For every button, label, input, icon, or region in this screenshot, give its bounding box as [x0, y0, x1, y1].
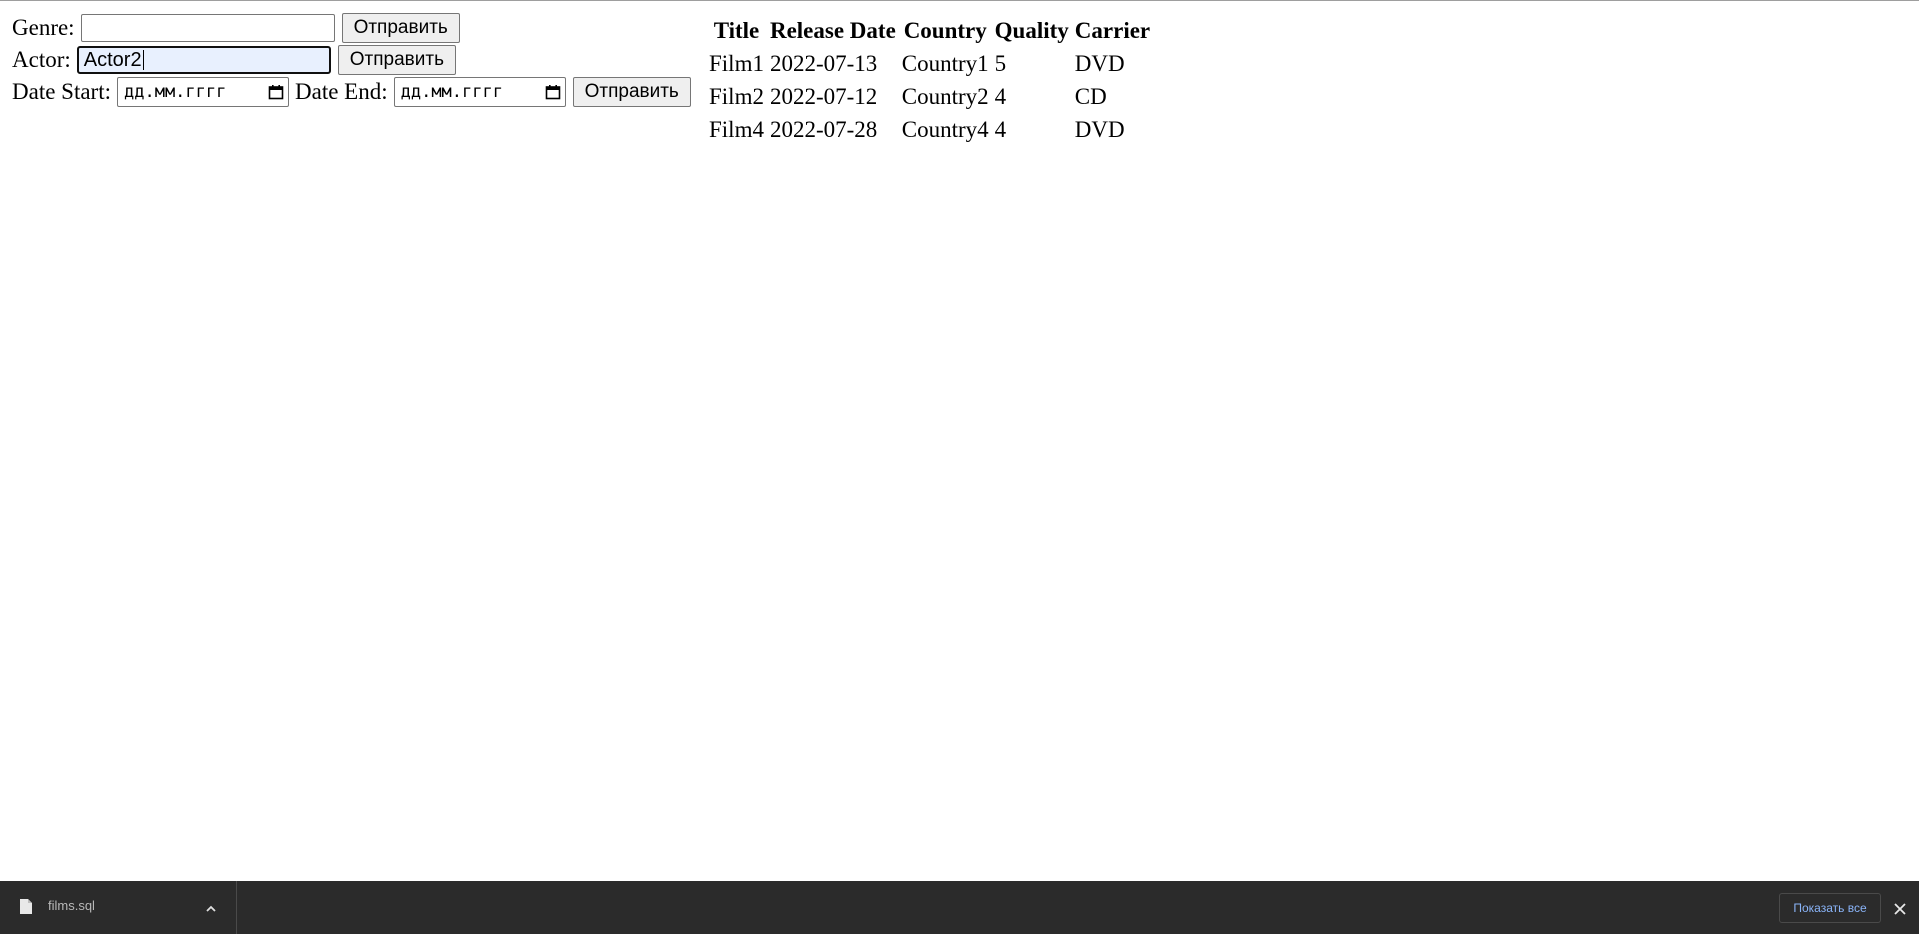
chevron-up-icon[interactable] [205, 901, 217, 919]
download-file-name: films.sql [48, 898, 95, 913]
cell-title: Film2 [709, 83, 764, 109]
date-end-label: Date End: [295, 79, 388, 104]
date-start-placeholder: дд.мм.гггг [124, 82, 227, 102]
calendar-icon[interactable] [545, 84, 561, 100]
cell-title: Film4 [709, 116, 764, 142]
genre-submit-button[interactable]: Отправить [341, 13, 460, 43]
cell-quality: 4 [994, 116, 1007, 142]
table-header-row: Title Release Date Country Quality Carri… [707, 14, 1152, 47]
download-bar: films.sql Показать все [0, 881, 1919, 934]
cell-country: Country4 [901, 116, 989, 142]
cell-release-date: 2022-07-28 [769, 116, 878, 142]
genre-form: Genre: Отправить [12, 12, 691, 44]
table-row: Film4 2022-07-28 Country4 4 DVD [707, 113, 1152, 146]
cell-carrier: CD [1074, 83, 1107, 109]
films-table: Title Release Date Country Quality Carri… [705, 14, 1154, 146]
date-form: Date Start: дд.мм.гггг Date End: дд.мм.г… [12, 76, 691, 108]
date-start-label: Date Start: [12, 79, 111, 104]
column-header-carrier: Carrier [1074, 17, 1151, 43]
cell-country: Country2 [901, 83, 989, 109]
actor-label: Actor: [12, 47, 71, 72]
column-header-title: Title [713, 17, 760, 43]
column-header-release-date: Release Date [769, 17, 896, 43]
window-top-border [0, 0, 1919, 1]
show-all-button[interactable]: Показать все [1779, 893, 1881, 923]
date-start-input[interactable]: дд.мм.гггг [117, 77, 289, 107]
actor-submit-button[interactable]: Отправить [337, 45, 456, 75]
filter-forms: Genre: Отправить Actor: Actor2 Отправить… [12, 12, 691, 108]
cell-release-date: 2022-07-13 [769, 50, 878, 76]
actor-input-value: Actor2 [83, 48, 142, 71]
cell-title: Film1 [709, 50, 764, 76]
column-header-quality: Quality [994, 17, 1069, 43]
cell-carrier: DVD [1074, 50, 1125, 76]
cell-quality: 4 [994, 83, 1007, 109]
close-icon[interactable] [1894, 902, 1906, 920]
table-row: Film1 2022-07-13 Country1 5 DVD [707, 47, 1152, 80]
table-row: Film2 2022-07-12 Country2 4 CD [707, 80, 1152, 113]
date-submit-button[interactable]: Отправить [572, 77, 691, 107]
download-item[interactable]: films.sql [0, 881, 237, 934]
text-caret [142, 50, 144, 70]
date-end-input[interactable]: дд.мм.гггг [393, 77, 566, 107]
calendar-icon[interactable] [268, 84, 284, 100]
actor-input[interactable]: Actor2 [76, 46, 331, 74]
file-icon [19, 898, 33, 920]
genre-input[interactable] [80, 14, 335, 42]
cell-country: Country1 [901, 50, 989, 76]
column-header-country: Country [903, 17, 987, 43]
cell-carrier: DVD [1074, 116, 1125, 142]
cell-quality: 5 [994, 50, 1007, 76]
genre-label: Genre: [12, 15, 75, 40]
actor-form: Actor: Actor2 Отправить [12, 44, 691, 76]
cell-release-date: 2022-07-12 [769, 83, 878, 109]
date-end-placeholder: дд.мм.гггг [400, 82, 503, 102]
